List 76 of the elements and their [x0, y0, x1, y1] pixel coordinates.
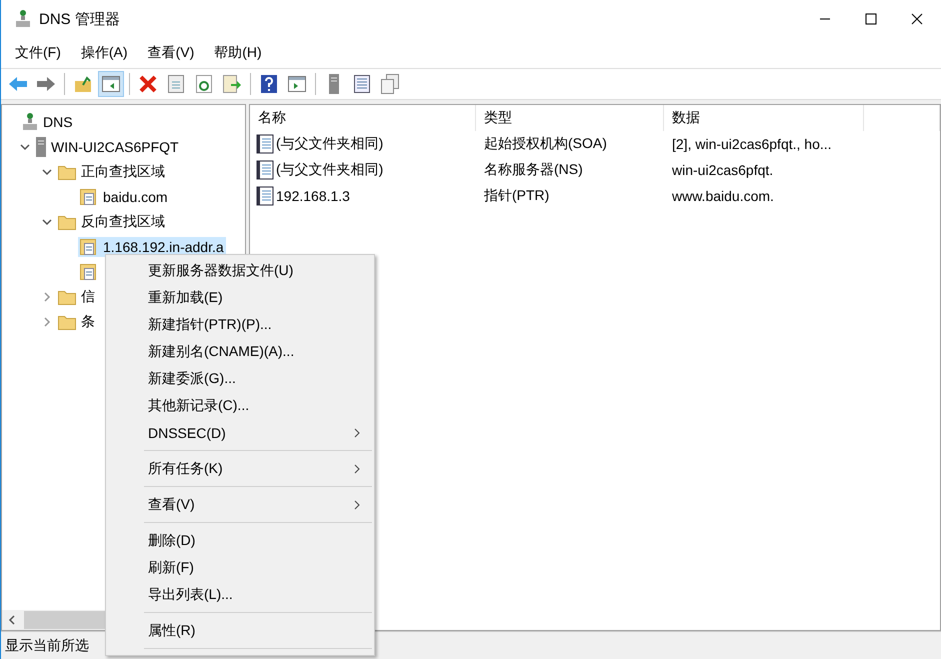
- tree-item[interactable]: 1.168.192.in-addr.a: [78, 236, 226, 256]
- app-icon: [15, 10, 31, 28]
- expand-chevron-icon[interactable]: [43, 316, 51, 326]
- context-menu-item[interactable]: 导出列表(L)...: [106, 581, 374, 608]
- properties-icon[interactable]: [168, 75, 184, 93]
- forward-arrow-icon[interactable]: [36, 76, 56, 92]
- table-cell: 指针(PTR): [484, 187, 550, 205]
- collapse-chevron-icon[interactable]: [20, 142, 30, 150]
- table-cell: [2], win-ui2cas6pfqt., ho...: [672, 136, 832, 152]
- scroll-left-icon[interactable]: [8, 615, 16, 625]
- expand-chevron-icon[interactable]: [43, 292, 51, 302]
- table-cell: (与父文件夹相同): [276, 135, 384, 153]
- context-menu-item[interactable]: 其他新记录(C)...: [106, 392, 374, 419]
- menu-item[interactable]: 文件(F): [7, 44, 69, 62]
- window-title: DNS 管理器: [39, 10, 120, 28]
- submenu-chevron-icon: [354, 500, 360, 510]
- dns-network-icon: [22, 112, 38, 130]
- folder-icon: [58, 164, 76, 180]
- column-header[interactable]: 名称: [250, 105, 476, 131]
- copy-icon[interactable]: [381, 74, 399, 94]
- context-menu-item[interactable]: 属性(R): [106, 617, 374, 644]
- tree-item[interactable]: baidu.com: [78, 186, 170, 206]
- refresh-icon[interactable]: [196, 75, 212, 93]
- column-header[interactable]: 类型: [476, 105, 664, 131]
- zone-file-icon: [80, 238, 98, 256]
- tree-item[interactable]: 反向查找区域: [56, 212, 167, 232]
- folder-icon: [58, 314, 76, 330]
- tree-item[interactable]: 条: [56, 312, 97, 332]
- tree-item[interactable]: DNS: [20, 112, 75, 132]
- help-icon[interactable]: [261, 75, 277, 93]
- submenu-chevron-icon: [354, 464, 360, 474]
- folder-icon: [58, 214, 76, 230]
- zone-file-icon: [80, 262, 98, 280]
- action-pane-icon[interactable]: [288, 76, 306, 92]
- table-cell: 起始授权机构(SOA): [484, 135, 607, 153]
- delete-icon[interactable]: [139, 75, 157, 93]
- record-icon: [256, 160, 274, 180]
- context-menu-item[interactable]: 新建委派(G)...: [106, 365, 374, 392]
- record-icon: [256, 134, 274, 154]
- menu-item[interactable]: 操作(A): [72, 44, 136, 62]
- tree-item[interactable]: WIN-UI2CAS6PFQT: [34, 136, 181, 158]
- context-menu-item[interactable]: 删除(D): [106, 527, 374, 554]
- context-menu-item[interactable]: 更新服务器数据文件(U): [106, 257, 374, 284]
- server-icon[interactable]: [329, 74, 339, 94]
- table-cell: (与父文件夹相同): [276, 161, 384, 179]
- record-icon: [256, 186, 274, 206]
- status-text: 显示当前所选: [5, 636, 89, 654]
- context-menu-item[interactable]: 重新加载(E): [106, 284, 374, 311]
- tree-item[interactable]: 信: [56, 286, 97, 306]
- tree-item[interactable]: 正向查找区域: [56, 162, 167, 182]
- context-menu-item[interactable]: 刷新(F): [106, 554, 374, 581]
- menu-item[interactable]: 帮助(H): [206, 44, 270, 62]
- submenu-chevron-icon: [354, 428, 360, 438]
- column-header[interactable]: 数据: [664, 105, 864, 131]
- export-list-icon[interactable]: [223, 75, 241, 93]
- list-icon[interactable]: [354, 75, 370, 93]
- table-cell: win-ui2cas6pfqt.: [672, 162, 774, 178]
- table-cell: www.baidu.com.: [672, 188, 774, 204]
- close-icon[interactable]: [911, 13, 923, 25]
- table-cell: 192.168.1.3: [276, 188, 350, 204]
- maximize-icon[interactable]: [865, 13, 877, 25]
- back-arrow-icon[interactable]: [8, 76, 28, 92]
- context-menu-item[interactable]: 所有任务(K): [106, 455, 374, 482]
- folder-icon: [58, 288, 76, 304]
- context-menu-item[interactable]: DNSSEC(D): [106, 419, 374, 446]
- table-cell: 名称服务器(NS): [484, 161, 583, 179]
- context-menu-item[interactable]: 查看(V): [106, 491, 374, 518]
- context-menu-item[interactable]: 新建指针(PTR)(P)...: [106, 311, 374, 338]
- server-icon: [36, 136, 46, 156]
- menu-item[interactable]: 查看(V): [140, 44, 202, 62]
- collapse-chevron-icon[interactable]: [42, 218, 52, 226]
- context-menu-item[interactable]: 新建别名(CNAME)(A)...: [106, 338, 374, 365]
- zone-file-icon: [80, 188, 98, 206]
- folder-up-icon[interactable]: [74, 75, 92, 93]
- console-tree-icon[interactable]: [102, 76, 120, 92]
- collapse-chevron-icon[interactable]: [42, 168, 52, 176]
